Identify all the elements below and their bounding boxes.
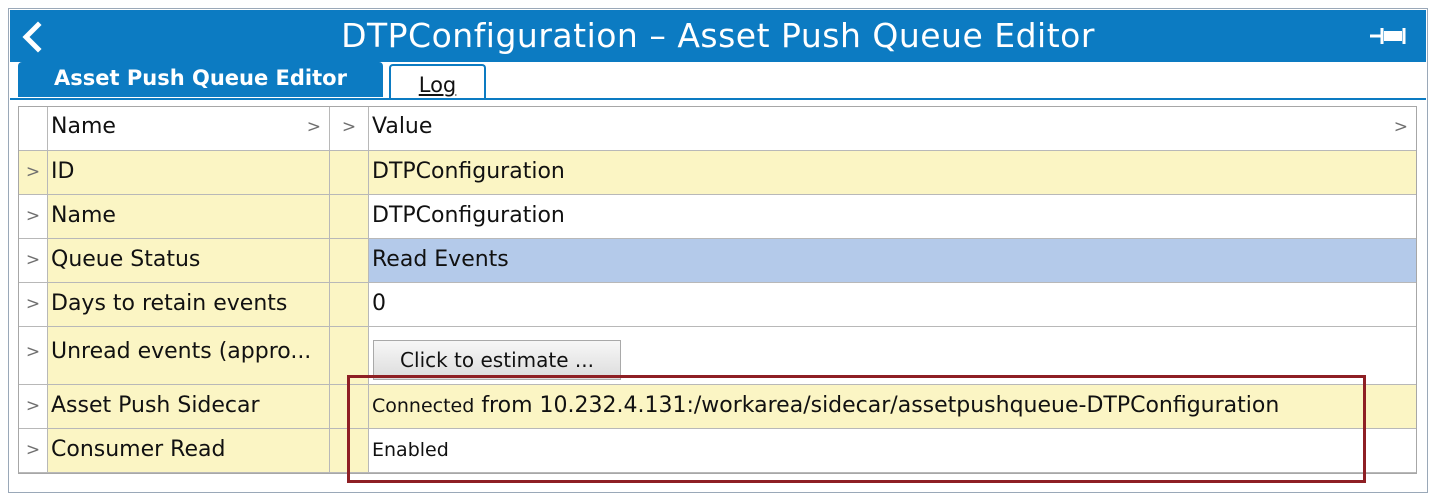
chevron-right-icon[interactable]: > [330, 107, 369, 150]
property-value[interactable]: Connected from 10.232.4.131:/workarea/si… [369, 385, 1416, 428]
property-name: Queue Status [48, 239, 330, 282]
property-name: ID [48, 151, 330, 194]
table-row[interactable]: > Asset Push Sidecar Connected from 10.2… [19, 385, 1416, 429]
property-value[interactable]: Read Events [369, 239, 1416, 282]
expand-row-icon[interactable]: > [19, 283, 48, 326]
table-row[interactable]: > Unread events (appro... Click to estim… [19, 327, 1416, 385]
property-name: Name [48, 195, 330, 238]
tab-bar: Asset Push Queue Editor Log [10, 62, 1426, 100]
pin-button[interactable] [1368, 24, 1412, 48]
table-row[interactable]: > Queue Status Read Events [19, 239, 1416, 283]
table-row[interactable]: > Name DTPConfiguration [19, 195, 1416, 239]
table-row[interactable]: > Days to retain events 0 [19, 283, 1416, 327]
sidecar-status: Connected [372, 395, 475, 417]
expand-row-icon[interactable]: > [19, 151, 48, 194]
tab-asset-push-queue-editor[interactable]: Asset Push Queue Editor [18, 62, 383, 97]
tab-log-label: Log [418, 73, 457, 97]
table-row[interactable]: > ID DTPConfiguration [19, 151, 1416, 195]
table-header: Name > > Value > [19, 107, 1416, 151]
property-value[interactable]: 0 [369, 283, 1416, 326]
property-name: Asset Push Sidecar [48, 385, 330, 428]
chevron-right-icon: > [306, 117, 321, 137]
table-row[interactable]: > Consumer Read Enabled [19, 429, 1416, 473]
expand-row-icon[interactable]: > [19, 385, 48, 428]
pin-icon [1370, 28, 1406, 44]
name-column-header[interactable]: Name > [48, 107, 330, 150]
property-name: Consumer Read [48, 429, 330, 472]
property-value[interactable]: DTPConfiguration [369, 195, 1416, 238]
chevron-right-icon: > [1393, 117, 1408, 137]
expand-row-icon[interactable]: > [19, 327, 48, 384]
title-bar: DTPConfiguration – Asset Push Queue Edit… [10, 10, 1426, 62]
property-name: Days to retain events [48, 283, 330, 326]
expand-row-icon[interactable]: > [19, 195, 48, 238]
property-value[interactable]: DTPConfiguration [369, 151, 1416, 194]
estimate-button[interactable]: Click to estimate ... [373, 340, 621, 380]
sidecar-path: from 10.232.4.131:/workarea/sidecar/asse… [481, 393, 1280, 418]
property-table: Name > > Value > > ID DTPConfiguration >… [18, 106, 1417, 474]
property-name: Unread events (appro... [48, 327, 330, 384]
tab-log[interactable]: Log [389, 64, 486, 98]
expand-row-icon[interactable]: > [19, 429, 48, 472]
value-column-header[interactable]: Value > [369, 107, 1416, 150]
window-title: DTPConfiguration – Asset Push Queue Edit… [341, 16, 1095, 55]
expand-row-icon[interactable]: > [19, 239, 48, 282]
property-value[interactable]: Enabled [369, 429, 1416, 472]
